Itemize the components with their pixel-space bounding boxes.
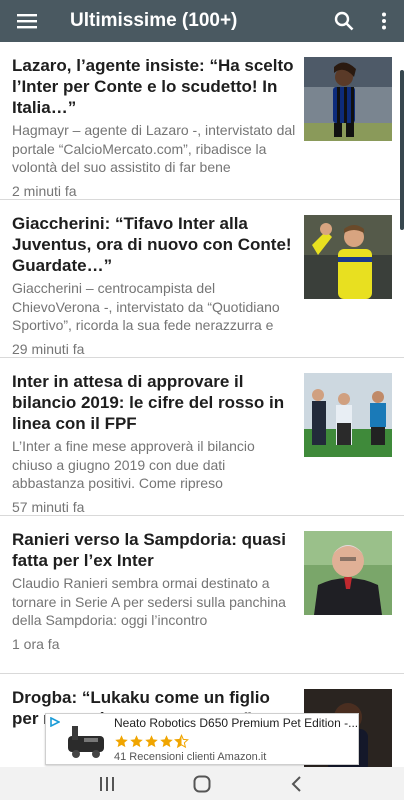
search-icon xyxy=(334,11,354,31)
article-text: Inter in attesa di approvare il bilancio… xyxy=(12,371,297,515)
home-button[interactable] xyxy=(182,767,222,800)
article-headline: Ranieri verso la Sampdoria: quasi fatta … xyxy=(12,530,286,570)
article-text: Ranieri verso la Sampdoria: quasi fatta … xyxy=(12,529,297,652)
recents-icon xyxy=(100,776,115,791)
article-headline: Inter in attesa di approvare il bilancio… xyxy=(12,372,285,433)
back-button[interactable] xyxy=(277,767,317,800)
scroll-indicator[interactable] xyxy=(400,70,404,230)
home-icon xyxy=(193,775,211,792)
star-icon xyxy=(145,735,158,748)
ad-banner[interactable]: Neato Robotics D650 Premium Pet Edition … xyxy=(45,713,359,765)
article-summary: Hagmayr – agente di Lazaro -, intervista… xyxy=(12,122,296,175)
ad-reviews: 41 Recensioni clienti Amazon.it xyxy=(114,751,267,763)
article-item[interactable]: Inter in attesa di approvare il bilancio… xyxy=(0,358,404,516)
menu-icon xyxy=(17,14,37,29)
adchoices-icon[interactable] xyxy=(50,717,60,727)
recents-button[interactable] xyxy=(87,767,127,800)
half-star-icon xyxy=(174,734,189,749)
article-time: 57 minuti fa xyxy=(12,498,85,515)
article-thumbnail xyxy=(304,215,392,299)
article-thumbnail xyxy=(304,373,392,457)
article-time: 1 ora fa xyxy=(12,635,60,652)
article-thumbnail xyxy=(304,57,392,141)
article-headline: Giaccherini: “Tifavo Inter alla Juventus… xyxy=(12,214,292,275)
article-summary: L’Inter a fine mese approverà il bilanci… xyxy=(12,438,255,491)
app-bar: Ultimissime (100+) xyxy=(0,0,404,42)
article-item[interactable]: Lazaro, l’agente insiste: “Ha scelto l’I… xyxy=(0,42,404,200)
search-button[interactable] xyxy=(324,0,364,42)
star-icon xyxy=(160,735,173,748)
article-summary: Giaccherini – centrocampista del ChievoV… xyxy=(12,280,280,333)
rating-stars xyxy=(114,734,189,749)
article-item[interactable]: Giaccherini: “Tifavo Inter alla Juventus… xyxy=(0,200,404,358)
product-image-icon xyxy=(68,726,104,758)
star-icon xyxy=(115,735,128,748)
article-summary: Claudio Ranieri sembra ormai destinato a… xyxy=(12,575,286,628)
ad-title[interactable]: Neato Robotics D650 Premium Pet Edition … xyxy=(114,716,358,730)
more-vert-icon xyxy=(382,12,386,30)
article-time: 2 minuti fa xyxy=(12,182,77,199)
article-thumbnail xyxy=(304,531,392,615)
article-item[interactable]: Ranieri verso la Sampdoria: quasi fatta … xyxy=(0,516,404,674)
system-nav-bar xyxy=(0,767,404,800)
article-text: Giaccherini: “Tifavo Inter alla Juventus… xyxy=(12,213,297,357)
menu-button[interactable] xyxy=(0,0,54,42)
page-title: Ultimissime (100+) xyxy=(70,10,238,31)
article-text: Lazaro, l’agente insiste: “Ha scelto l’I… xyxy=(12,55,297,199)
star-icon xyxy=(130,735,143,748)
article-time: 29 minuti fa xyxy=(12,340,85,357)
news-feed[interactable]: Lazaro, l’agente insiste: “Ha scelto l’I… xyxy=(0,42,404,767)
more-options-button[interactable] xyxy=(364,0,404,42)
article-headline: Lazaro, l’agente insiste: “Ha scelto l’I… xyxy=(12,56,294,117)
back-icon xyxy=(291,775,301,792)
